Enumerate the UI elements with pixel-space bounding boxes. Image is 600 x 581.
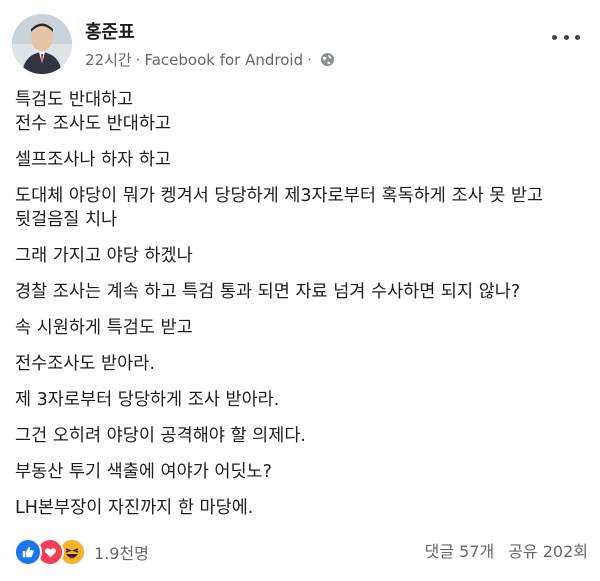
post-line: 그건 오히려 야당이 공격해야 할 의제다.	[15, 426, 306, 446]
like-icon	[14, 538, 42, 566]
post-line: 셀프조사나 하자 하고	[15, 150, 172, 170]
meta-separator-2: ·	[307, 50, 312, 69]
reaction-count: 1.9천명	[94, 544, 149, 563]
post-body: 특검도 반대하고 전수 조사도 반대하고 셀프조사나 하자 하고 도대체 야당이…	[15, 88, 590, 520]
post-line: 제 3자로부터 당당하게 조사 받아라.	[15, 390, 280, 410]
reactions-summary[interactable]: 1.9천명	[14, 538, 149, 566]
post-stats: 댓글 57개 공유 202회	[425, 538, 588, 562]
post-line: LH본부장이 자진까지 한 마당에.	[15, 498, 254, 518]
meta-separator: ·	[135, 50, 141, 69]
post-line: 도대체 야당이 뭐가 켕겨서 당당하게 제3자로부터 혹독하게 조사 못 받고 …	[15, 186, 549, 230]
post-meta: 22시간 · Facebook for Android ·	[85, 49, 335, 70]
post-header: 홍준표 22시간 · Facebook for Android ·	[0, 0, 600, 84]
post-time[interactable]: 22시간	[85, 49, 132, 70]
profile-photo	[12, 14, 72, 74]
share-count[interactable]: 공유 202회	[508, 538, 588, 562]
globe-icon	[320, 52, 335, 67]
avatar[interactable]	[12, 14, 72, 74]
post-source: Facebook for Android	[144, 50, 304, 69]
post-line: 속 시원하게 특검도 받고	[15, 318, 193, 338]
author-name[interactable]: 홍준표	[85, 18, 135, 44]
post-line: 부동산 투기 색출에 여야가 어딧노?	[15, 462, 272, 482]
comment-count[interactable]: 댓글 57개	[425, 538, 495, 562]
post-line: 전수 조사도 반대하고	[15, 114, 172, 134]
post-line: 특검도 반대하고	[15, 90, 134, 110]
post-footer: 1.9천명 댓글 57개 공유 202회	[0, 528, 600, 568]
more-options-icon[interactable]	[552, 32, 580, 42]
post-line: 전수조사도 받아라.	[15, 354, 155, 374]
post-line: 그래 가지고 야당 하겠나	[15, 246, 193, 266]
post-line: 경찰 조사는 계속 하고 특검 통과 되면 자료 넘겨 수사하면 되지 않나?	[15, 282, 521, 302]
